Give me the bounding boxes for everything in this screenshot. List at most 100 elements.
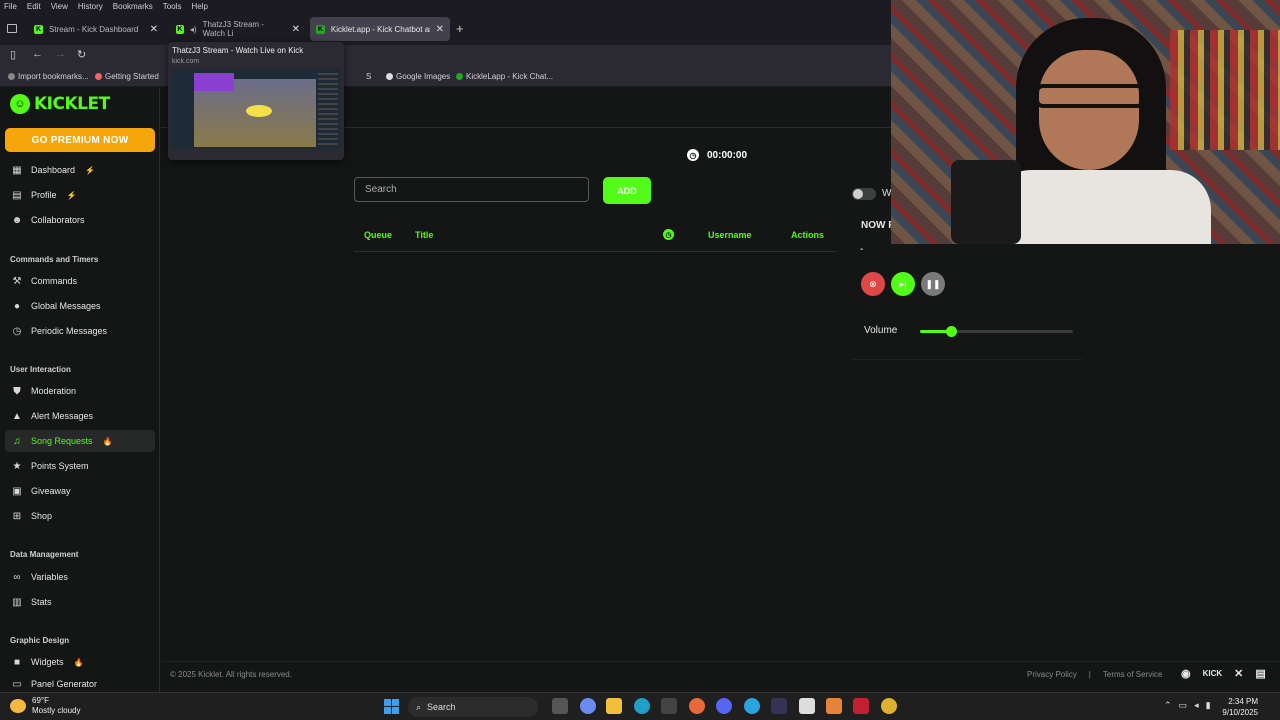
kicklet-favicon-icon: K bbox=[316, 24, 325, 34]
add-song-button[interactable]: ADD bbox=[603, 177, 651, 204]
sidebar-item-widgets[interactable]: ■ Widgets 🔥 bbox=[5, 651, 155, 673]
bookmark-kicklet[interactable]: KickleLapp - Kick Chat... bbox=[456, 72, 553, 81]
sidebar-toggle-icon[interactable]: ▯ bbox=[10, 48, 16, 61]
sidebar-item-moderation[interactable]: ⛊ Moderation bbox=[5, 380, 155, 402]
reload-icon[interactable]: ↻ bbox=[77, 48, 86, 61]
kicklet-logo[interactable]: ☺ KICKLET bbox=[10, 94, 110, 114]
new-tab-icon[interactable]: + bbox=[456, 21, 464, 36]
battery-icon[interactable]: ▮ bbox=[1206, 700, 1211, 711]
back-icon[interactable]: ← bbox=[32, 48, 43, 60]
gift-icon: ▣ bbox=[12, 485, 22, 497]
pause-button[interactable]: ❚❚ bbox=[921, 272, 945, 296]
forward-icon[interactable]: → bbox=[55, 48, 66, 60]
menu-history[interactable]: History bbox=[78, 2, 103, 11]
tab-kick-dashboard[interactable]: K Stream - Kick Dashboard ✕ bbox=[28, 17, 164, 41]
sidebar-item-dashboard[interactable]: ▦ Dashboard ⚡ bbox=[5, 159, 155, 181]
logo-text: KICKLET bbox=[34, 94, 110, 114]
copyright-text: © 2025 Kicklet. All rights reserved. bbox=[170, 670, 292, 679]
clock-icon: ◷ bbox=[12, 325, 22, 337]
sidebar-item-collaborators[interactable]: ☻ Collaborators bbox=[5, 209, 155, 231]
bookmark-google-images[interactable]: Google Images bbox=[386, 72, 450, 81]
now-playing-title: NOW P bbox=[861, 220, 895, 231]
vlc-icon[interactable] bbox=[826, 698, 842, 714]
menu-help[interactable]: Help bbox=[191, 2, 207, 11]
video-icon: ■ bbox=[13, 656, 21, 668]
sidebar-item-points-system[interactable]: ★ Points System bbox=[5, 455, 155, 477]
taskbar-search-label: Search bbox=[427, 702, 456, 712]
sidebar-item-shop[interactable]: ⊞ Shop bbox=[5, 505, 155, 527]
clock-time: 2:34 PM bbox=[1228, 697, 1258, 706]
chat-icon: ● bbox=[13, 300, 21, 312]
task-view-icon[interactable] bbox=[552, 698, 568, 714]
taskbar-search[interactable]: ⌕ Search bbox=[408, 697, 538, 717]
thumbnail-hoop bbox=[246, 105, 272, 117]
sidebar-item-global-messages[interactable]: ● Global Messages bbox=[5, 295, 155, 317]
bookmark-getting-started[interactable]: Getting Started bbox=[95, 72, 159, 81]
sidebar-item-profile[interactable]: ▤ Profile ⚡ bbox=[5, 184, 155, 206]
volume-handle[interactable] bbox=[945, 326, 957, 337]
song-search-input[interactable] bbox=[354, 177, 589, 202]
firefox-icon bbox=[95, 73, 102, 80]
terms-of-service-link[interactable]: Terms of Service bbox=[1103, 670, 1163, 679]
menu-tools[interactable]: Tools bbox=[163, 2, 182, 11]
store-icon[interactable] bbox=[661, 698, 677, 714]
network-icon[interactable]: ▭ bbox=[1179, 700, 1188, 711]
tab-list-icon[interactable] bbox=[7, 24, 17, 33]
speaker-icon[interactable]: ◂) bbox=[190, 25, 197, 34]
sidebar-item-panel-generator[interactable]: ▭ Panel Generator bbox=[5, 676, 155, 692]
bookmark-label: Import bookmarks... bbox=[18, 72, 89, 81]
obs-icon[interactable] bbox=[799, 698, 815, 714]
sidebar-item-song-requests[interactable]: ♫ Song Requests 🔥 bbox=[5, 430, 155, 452]
weather-icon[interactable] bbox=[10, 699, 26, 713]
bookmark-s[interactable]: S bbox=[366, 72, 371, 81]
copilot-icon[interactable] bbox=[580, 698, 596, 714]
sidebar: ☺ KICKLET GO PREMIUM NOW ▦ Dashboard ⚡ ▤… bbox=[0, 88, 160, 692]
sidebar-item-stats[interactable]: ▥ Stats bbox=[5, 591, 155, 613]
stop-button[interactable]: ⊗ bbox=[861, 272, 885, 296]
x-icon[interactable]: ✕ bbox=[1234, 667, 1243, 680]
windows-start-icon[interactable] bbox=[384, 699, 399, 714]
sidebar-item-periodic-messages[interactable]: ◷ Periodic Messages bbox=[5, 320, 155, 342]
tab-thatzj3-stream[interactable]: K ◂) ThatzJ3 Stream - Watch Li ✕ bbox=[170, 17, 306, 41]
dzl-app-icon[interactable] bbox=[853, 698, 869, 714]
volume-icon[interactable]: ◂ bbox=[1194, 700, 1199, 711]
preview-title: ThatzJ3 Stream - Watch Live on Kick bbox=[172, 46, 304, 55]
close-icon[interactable]: ✕ bbox=[150, 24, 158, 35]
close-icon[interactable]: ✕ bbox=[292, 24, 300, 35]
kick-icon[interactable]: KICK bbox=[1203, 669, 1223, 680]
weather-desc: Mostly cloudy bbox=[32, 706, 81, 715]
volume-slider[interactable] bbox=[920, 326, 1073, 337]
chrome-icon[interactable] bbox=[881, 698, 897, 714]
discord-icon[interactable]: ◉ bbox=[1181, 667, 1191, 680]
firefox-icon[interactable] bbox=[689, 698, 705, 714]
menu-bookmarks[interactable]: Bookmarks bbox=[113, 2, 153, 11]
privacy-policy-link[interactable]: Privacy Policy bbox=[1027, 670, 1077, 679]
close-icon[interactable]: ✕ bbox=[436, 24, 444, 35]
sidebar-item-label: Shop bbox=[31, 511, 53, 521]
menu-file[interactable]: File bbox=[4, 2, 17, 11]
discord-icon[interactable] bbox=[716, 698, 732, 714]
autoplay-toggle[interactable] bbox=[852, 188, 876, 200]
document-icon[interactable]: ▤ bbox=[1255, 667, 1265, 680]
file-explorer-icon[interactable] bbox=[606, 698, 622, 714]
kicklet-icon bbox=[456, 73, 463, 80]
fire-icon: 🔥 bbox=[102, 436, 113, 446]
chart-icon: ▥ bbox=[12, 596, 22, 608]
chevron-up-icon[interactable]: ⌃ bbox=[1164, 700, 1172, 711]
sidebar-item-giveaway[interactable]: ▣ Giveaway bbox=[5, 480, 155, 502]
weather-widget[interactable]: 69°F Mostly cloudy bbox=[32, 696, 80, 716]
menu-edit[interactable]: Edit bbox=[27, 2, 41, 11]
skip-button[interactable]: ▸| bbox=[891, 272, 915, 296]
tab-kicklet[interactable]: K Kicklet.app - Kick Chatbot and C ✕ bbox=[310, 17, 450, 41]
go-premium-button[interactable]: GO PREMIUM NOW bbox=[5, 128, 155, 152]
taskbar-clock[interactable]: 2:34 PM 9/10/2025 bbox=[1220, 696, 1258, 718]
stream-timer: ◷ 00:00:00 bbox=[687, 149, 747, 161]
menu-view[interactable]: View bbox=[51, 2, 68, 11]
bookmark-import[interactable]: Import bookmarks... bbox=[8, 72, 89, 81]
sidebar-item-alert-messages[interactable]: ▲ Alert Messages bbox=[5, 405, 155, 427]
edge-icon[interactable] bbox=[634, 698, 650, 714]
telegram-icon[interactable] bbox=[744, 698, 760, 714]
sidebar-item-commands[interactable]: ⚒ Commands bbox=[5, 270, 155, 292]
sidebar-item-variables[interactable]: ∞ Variables bbox=[5, 566, 155, 588]
app-icon[interactable] bbox=[771, 698, 787, 714]
